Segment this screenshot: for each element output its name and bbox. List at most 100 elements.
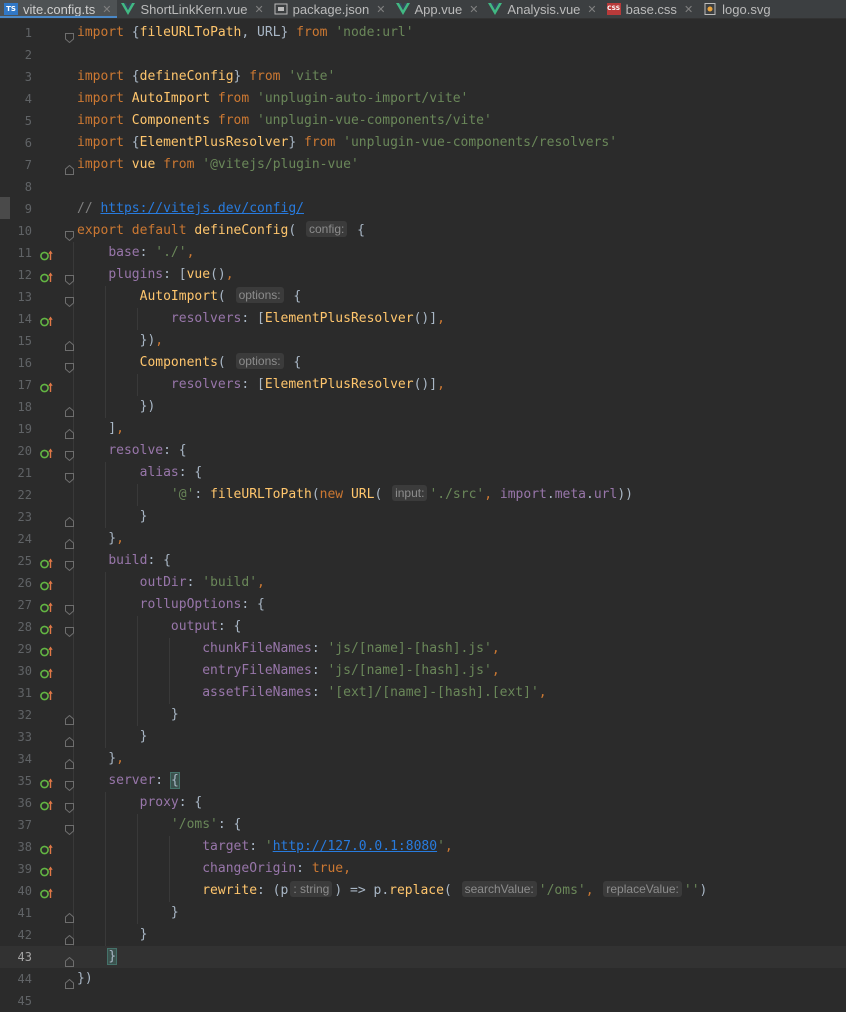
close-tab-icon[interactable]: ✕: [587, 3, 596, 16]
code-line[interactable]: 2: [0, 44, 846, 66]
code-line[interactable]: 16 Components( options: {: [0, 352, 846, 374]
code-line[interactable]: 31 assetFileNames: '[ext]/[name]-[hash].…: [0, 682, 846, 704]
code-token: ,: [225, 267, 234, 282]
line-number: 21: [17, 466, 32, 480]
code-line[interactable]: 4 import AutoImport from 'unplugin-auto-i…: [0, 88, 846, 110]
code-line[interactable]: 43 }: [0, 946, 846, 968]
code-token: './': [155, 245, 187, 260]
code-text: '/oms': {: [77, 814, 241, 836]
code-line[interactable]: 27 rollupOptions: {: [0, 594, 846, 616]
close-tab-icon[interactable]: ✕: [469, 3, 478, 16]
close-tab-icon[interactable]: ✕: [376, 3, 385, 16]
code-token: :: [139, 245, 156, 260]
tab-base-css[interactable]: CSS base.css ✕: [603, 0, 700, 18]
code-line[interactable]: 7 import vue from '@vitejs/plugin-vue': [0, 154, 846, 176]
code-line[interactable]: 3 import {defineConfig} from 'vite': [0, 66, 846, 88]
code-line[interactable]: 21 alias: {: [0, 462, 846, 484]
code-token: from: [249, 69, 289, 84]
code-line[interactable]: 45: [0, 990, 846, 1012]
code-token: '': [683, 883, 700, 898]
code-line[interactable]: 44}): [0, 968, 846, 990]
code-line[interactable]: 34 },: [0, 748, 846, 770]
code-token: : {: [163, 443, 187, 458]
close-tab-icon[interactable]: ✕: [684, 3, 693, 16]
code-token: defineConfig: [139, 69, 234, 84]
code-text: }: [77, 506, 148, 528]
code-token: ,: [116, 531, 124, 546]
code-token: outDir: [139, 575, 187, 590]
code-line[interactable]: 23 }: [0, 506, 846, 528]
code-line[interactable]: 9 // https://vitejs.dev/config/: [0, 198, 846, 220]
code-line[interactable]: 22 '@': fileURLToPath(new URL( input: './…: [0, 484, 846, 506]
code-token: import: [77, 69, 132, 84]
code-line[interactable]: 17 resolvers: [ElementPlusResolver()],: [0, 374, 846, 396]
code-token: import: [77, 91, 132, 106]
code-line[interactable]: 33 }: [0, 726, 846, 748]
code-token: : {: [217, 817, 242, 832]
code-line[interactable]: 24 },: [0, 528, 846, 550]
code-line[interactable]: 5 import Components from 'unplugin-vue-co…: [0, 110, 846, 132]
code-token: }: [77, 751, 117, 766]
code-line[interactable]: 35 server: {: [0, 770, 846, 792]
code-line[interactable]: 25 build: {: [0, 550, 846, 572]
code-text: rollupOptions: {: [77, 594, 265, 616]
code-token: :: [311, 641, 328, 656]
code-line[interactable]: 13 AutoImport( options: {: [0, 286, 846, 308]
tab-vite-config-ts[interactable]: TS vite.config.ts ✕: [0, 0, 118, 18]
code-line[interactable]: 19 ],: [0, 418, 846, 440]
tab-app-vue[interactable]: App.vue ✕: [392, 0, 485, 18]
code-line[interactable]: 42 }: [0, 924, 846, 946]
code-line[interactable]: 11 base: './',: [0, 242, 846, 264]
code-token: ,: [116, 421, 124, 436]
code-text: import {fileURLToPath, URL} from 'node:u…: [77, 22, 414, 44]
tab-label: vite.config.ts: [23, 1, 96, 17]
code-text: },: [77, 748, 124, 770]
code-line[interactable]: 36 proxy: {: [0, 792, 846, 814]
vue-file-icon: [488, 3, 503, 15]
close-tab-icon[interactable]: ✕: [102, 3, 111, 16]
code-line[interactable]: 29 chunkFileNames: 'js/[name]-[hash].js'…: [0, 638, 846, 660]
code-line[interactable]: 30 entryFileNames: 'js/[name]-[hash].js'…: [0, 660, 846, 682]
code-line[interactable]: 40 rewrite: (p: string) => p.replace( se…: [0, 880, 846, 902]
code-text: }): [77, 396, 156, 418]
tab-logo-svg[interactable]: logo.svg: [699, 0, 776, 18]
code-line[interactable]: 37 '/oms': {: [0, 814, 846, 836]
line-number: 39: [17, 862, 32, 876]
code-line[interactable]: 32 }: [0, 704, 846, 726]
url-link[interactable]: http://127.0.0.1:8080: [273, 839, 437, 854]
code-line[interactable]: 38 target: 'http://127.0.0.1:8080',: [0, 836, 846, 858]
code-token: :: [194, 487, 211, 502]
code-token: ElementPlusResolver: [264, 311, 414, 326]
code-line[interactable]: 12 plugins: [vue(),: [0, 264, 846, 286]
code-line[interactable]: 39 changeOrigin: true,: [0, 858, 846, 880]
code-token: :: [155, 773, 171, 788]
code-line[interactable]: 6 import {ElementPlusResolver} from 'unpl…: [0, 132, 846, 154]
code-line[interactable]: 8: [0, 176, 846, 198]
code-token: base: [108, 245, 140, 260]
code-line[interactable]: 10 export default defineConfig( config: {: [0, 220, 846, 242]
code-line[interactable]: 26 outDir: 'build',: [0, 572, 846, 594]
url-link[interactable]: https://vitejs.dev/config/: [100, 201, 304, 216]
code-line[interactable]: 41 }: [0, 902, 846, 924]
tab-analysis-vue[interactable]: Analysis.vue ✕: [484, 0, 602, 18]
code-token: '/oms': [170, 817, 218, 832]
code-token: 'js/[name]-[hash].js': [327, 641, 492, 656]
code-editor[interactable]: 1 import {fileURLToPath, URL} from 'node:…: [0, 19, 846, 1012]
code-line[interactable]: 20 resolve: {: [0, 440, 846, 462]
tab-package-json[interactable]: package.json ✕: [270, 0, 392, 18]
code-line[interactable]: 18 }): [0, 396, 846, 418]
code-text: rewrite: (p: string) => p.replace( searc…: [77, 880, 707, 902]
tab-shortlinkkern-vue[interactable]: ShortLinkKern.vue ✕: [117, 0, 269, 18]
code-line[interactable]: 1 import {fileURLToPath, URL} from 'node:…: [0, 22, 846, 44]
close-tab-icon[interactable]: ✕: [254, 3, 263, 16]
code-line[interactable]: 14 resolvers: [ElementPlusResolver()],: [0, 308, 846, 330]
vue-file-icon: [121, 3, 136, 15]
code-line[interactable]: 15 }),: [0, 330, 846, 352]
code-text: assetFileNames: '[ext]/[name]-[hash].[ex…: [77, 682, 546, 704]
code-line[interactable]: 28 output: {: [0, 616, 846, 638]
code-token: }: [77, 927, 148, 942]
